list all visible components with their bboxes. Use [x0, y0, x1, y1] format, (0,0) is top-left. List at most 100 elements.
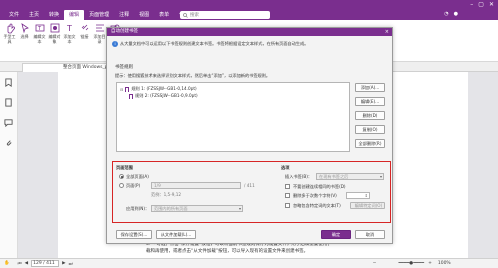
pages-example: 范例：1,5-9,12: [151, 192, 182, 197]
search-placeholder: 搜索: [190, 13, 199, 18]
add-text-icon: T: [66, 24, 72, 33]
menu-item[interactable]: 主页: [24, 10, 44, 20]
all-pages-radio[interactable]: [119, 174, 124, 179]
ribbon-link-button[interactable]: 链接: [78, 22, 91, 39]
next-page-icon[interactable]: ▶: [62, 261, 65, 266]
pages-panel-icon[interactable]: [4, 98, 13, 107]
no-duplicate-checkbox[interactable]: [285, 184, 290, 189]
zoom-slider[interactable]: ━━━━●━━━━: [398, 261, 424, 266]
menu-item[interactable]: 表单: [154, 10, 174, 20]
tree-item-label: 规则 1: (FZSSJW--GB1-0,14.0pt): [131, 86, 197, 91]
tree-item-rule-2[interactable]: 规则 2: (FZSSJW--GB1-0,9.0pt): [129, 93, 198, 99]
title-bar: – ▢ ✕: [0, 0, 498, 10]
ribbon-label: 编辑对象: [48, 34, 61, 44]
delete-chars-checkbox[interactable]: [285, 193, 290, 198]
edit-text-icon: T: [35, 24, 44, 32]
pages-radio[interactable]: [119, 183, 124, 188]
link-icon: [81, 24, 88, 31]
toc-icon: [95, 24, 104, 32]
cancel-button[interactable]: 取消: [355, 230, 385, 239]
delete-all-button[interactable]: 全部删除(R): [355, 139, 385, 148]
first-page-icon[interactable]: ⏮: [18, 261, 22, 267]
ribbon-label: 添加目录: [93, 34, 106, 44]
svg-text:T: T: [66, 24, 72, 33]
menu-item[interactable]: 注释: [114, 10, 134, 20]
prev-page-icon[interactable]: ◀: [25, 261, 28, 266]
ok-button[interactable]: 确定: [321, 230, 351, 239]
last-page-icon[interactable]: ⏭: [69, 261, 73, 267]
pages-input[interactable]: 1/9: [151, 182, 241, 189]
zoom-level[interactable]: 100%: [438, 261, 451, 266]
search-icon: [183, 12, 188, 18]
add-rule-button[interactable]: 添加(A)...: [355, 83, 385, 92]
ribbon-edit-object-button[interactable]: 编辑对象: [48, 22, 61, 44]
search-box[interactable]: 搜索: [180, 11, 270, 19]
bookmark-panel-icon[interactable]: [4, 78, 13, 87]
window-controls: – ▢ ✕: [470, 1, 494, 8]
status-bar: ✋ ⏮ ◀ 129 / 411 ▶ ⏭ − ━━━━●━━━━ + 100%: [0, 258, 498, 268]
page-range-heading: 页面范围: [116, 165, 133, 170]
bookmark-rule-heading: 书签规则: [115, 65, 133, 70]
bookmark-icon: [129, 93, 133, 99]
ribbon-add-text-button[interactable]: T 添加文本: [63, 22, 76, 44]
page-number-input[interactable]: 129 / 411: [31, 260, 60, 267]
delete-rule-button[interactable]: 删除(D): [355, 111, 385, 120]
zoom-in-icon[interactable]: +: [428, 261, 432, 266]
edit-object-icon: [50, 23, 59, 33]
comment-panel-icon[interactable]: [4, 118, 13, 127]
copy-rule-button[interactable]: 复制(O): [355, 125, 385, 134]
bell-icon[interactable]: ◔: [444, 11, 448, 17]
ribbon-label: 编辑文本: [33, 34, 46, 44]
edit-rule-button[interactable]: 编辑(E)...: [355, 97, 385, 106]
dialog-close-icon[interactable]: ×: [385, 28, 389, 36]
hand-tool-status-icon[interactable]: ✋: [4, 261, 10, 266]
edit-words-button[interactable]: 编辑特定词(O): [350, 202, 385, 209]
menu-item[interactable]: 编辑: [64, 10, 85, 20]
select-icon: [20, 23, 29, 34]
dialog-title: 自动创建书签: [111, 29, 138, 34]
document-line: 载和再使用，或者点击“从文件加载”按钮，可以导入现有的设置文件来创建书签。: [146, 249, 309, 254]
pages-label: 页面(P): [126, 183, 141, 188]
no-duplicate-label: 不要创建连续相同的书签(D): [293, 184, 346, 189]
rule-tree[interactable]: ⊟ 规则 1: (FZSSJW--GB1-0,14.0pt) 规则 2: (FZ…: [116, 82, 350, 152]
pages-total: / 411: [244, 183, 255, 188]
delete-chars-label: 删除多于次数个字符(V): [293, 193, 337, 198]
ribbon-hand-button[interactable]: 手型工具: [3, 22, 16, 44]
bookmark-rule-hint: 提示：使用搜狐技术来选择识别文本样式，然后单击“添加”，以添加新的书签规则。: [115, 73, 271, 78]
tree-item-label: 规则 2: (FZSSJW--GB1-0,9.0pt): [135, 93, 198, 98]
close-window-icon[interactable]: ✕: [489, 1, 494, 8]
ribbon-label: 选择: [20, 34, 29, 39]
ribbon-select-button[interactable]: 选择: [18, 22, 31, 39]
minimize-icon[interactable]: –: [470, 1, 473, 8]
ignore-words-checkbox[interactable]: [285, 203, 290, 208]
all-pages-label: 全部页面(A): [126, 174, 149, 179]
stepper-icon[interactable]: ⇕: [365, 193, 368, 198]
auto-bookmark-dialog: 自动创建书签 × i 从大量文档中可以运用以下书签规则创建文本书签。书签将根据设…: [106, 27, 393, 244]
char-count-input[interactable]: ⇕: [346, 192, 370, 199]
menu-item[interactable]: 页面管理: [84, 10, 114, 20]
save-settings-button[interactable]: 保存设置(S)...: [116, 230, 152, 239]
dropdown-arrow-icon: ▾: [379, 174, 382, 179]
apply-to-dropdown[interactable]: 范围内的所有页面 ▾: [151, 205, 243, 212]
insert-bookmark-dropdown[interactable]: 在现有书签之后 ▾: [316, 173, 384, 180]
menu-item[interactable]: 视图: [134, 10, 154, 20]
dialog-info-text: 从大量文档中可以运用以下书签规则创建文本书签。书签将根据设定文本样式，在所有页面…: [120, 41, 309, 46]
menu-item[interactable]: 文件: [4, 10, 24, 20]
tree-item-rule-1[interactable]: ⊟ 规则 1: (FZSSJW--GB1-0,14.0pt): [120, 86, 197, 92]
ribbon-label: 手型工具: [3, 34, 16, 44]
collapse-icon[interactable]: ⊟: [120, 87, 123, 92]
ribbon-label: 添加文本: [63, 34, 76, 44]
load-from-file-button[interactable]: 从文件加载(L)...: [156, 230, 196, 239]
ribbon-edit-text-button[interactable]: T 编辑文本: [33, 22, 46, 44]
insert-bookmark-value: 在现有书签之后: [319, 174, 349, 179]
attachment-icon[interactable]: [4, 138, 13, 147]
user-icon[interactable]: ●: [454, 11, 458, 17]
maximize-icon[interactable]: ▢: [478, 1, 484, 8]
bookmark-icon: [125, 86, 130, 92]
info-icon: i: [112, 41, 118, 47]
zoom-out-icon[interactable]: −: [373, 261, 377, 266]
ribbon-toc-button[interactable]: 添加目录: [93, 22, 106, 44]
menu-item[interactable]: 转换: [44, 10, 64, 20]
apply-to-value: 范围内的所有页面: [154, 206, 188, 211]
document-tab[interactable]: 整合页面 Windows_pdf...: [22, 63, 112, 72]
